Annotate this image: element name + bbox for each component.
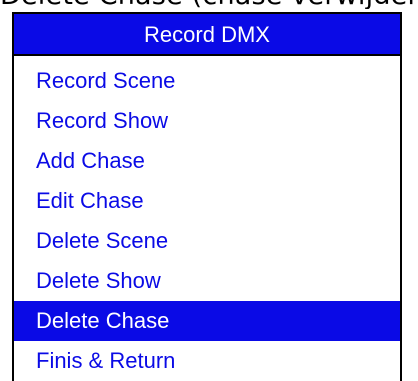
menu-item-edit-chase[interactable]: Edit Chase: [14, 181, 400, 221]
menu-item-delete-show[interactable]: Delete Show: [14, 261, 400, 301]
menu-item-record-show[interactable]: Record Show: [14, 101, 400, 141]
menu-list: Record Scene Record Show Add Chase Edit …: [14, 61, 400, 381]
menu-item-delete-chase[interactable]: Delete Chase: [14, 301, 400, 341]
menu-item-record-scene[interactable]: Record Scene: [14, 61, 400, 101]
menu-item-add-chase[interactable]: Add Chase: [14, 141, 400, 181]
menu-item-finish-return[interactable]: Finis & Return: [14, 341, 400, 381]
record-dmx-menu: Record DMX Record Scene Record Show Add …: [12, 12, 402, 381]
menu-item-delete-scene[interactable]: Delete Scene: [14, 221, 400, 261]
document-caption: Delete Chase (chase verwijderen) to t: [0, 0, 418, 9]
menu-title: Record DMX: [14, 14, 400, 56]
